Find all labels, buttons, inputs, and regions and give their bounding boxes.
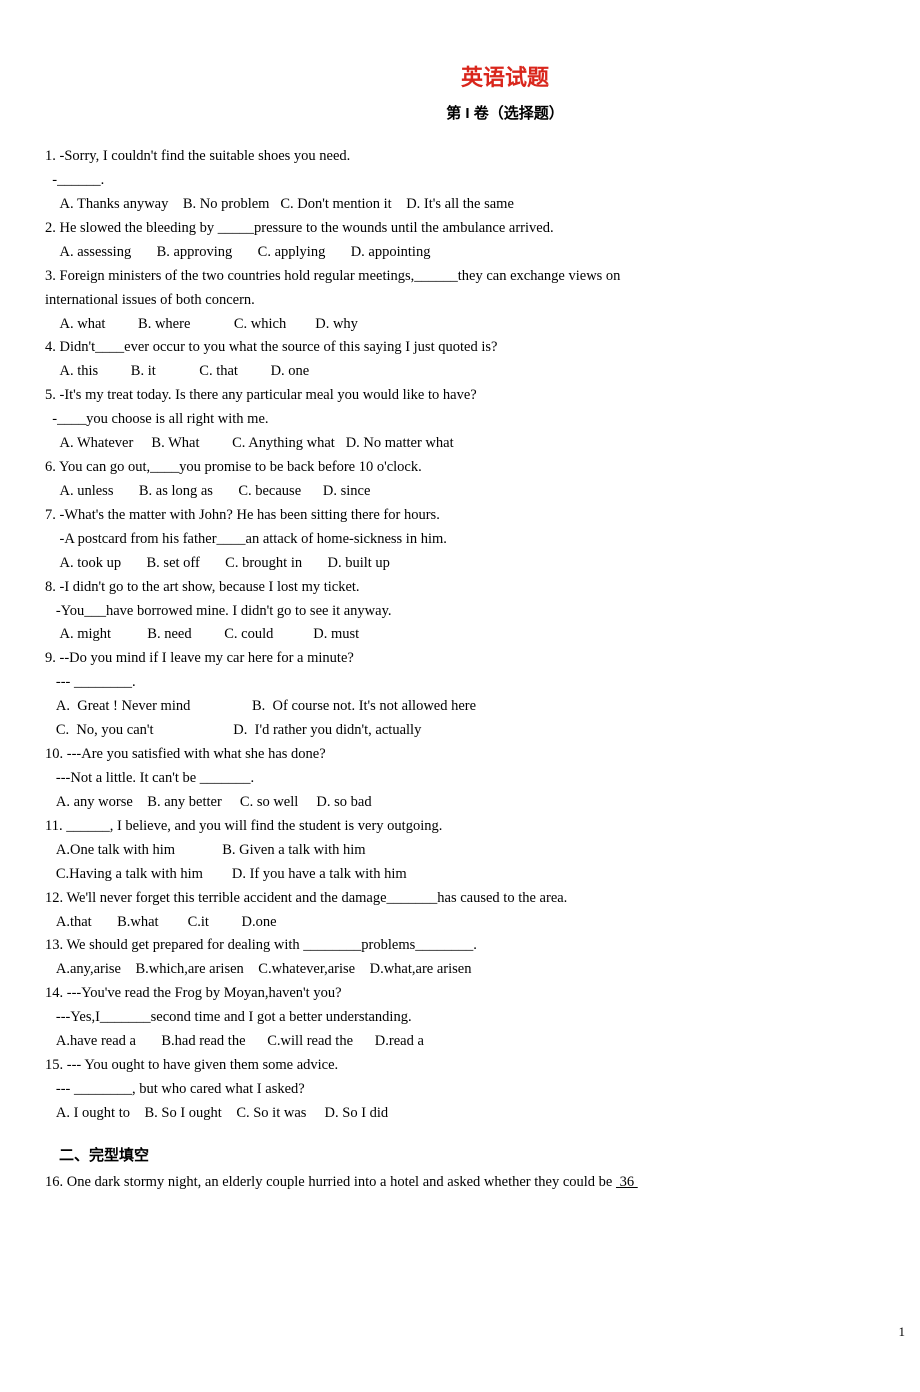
question-13: 13. We should get prepared for dealing w… bbox=[45, 934, 920, 982]
question-7: 7. -What's the matter with John? He has … bbox=[45, 504, 920, 576]
question-4: 4. Didn't____ever occur to you what the … bbox=[45, 336, 920, 384]
page-title: 英语试题 bbox=[45, 60, 920, 96]
question-6: 6. You can go out,____you promise to be … bbox=[45, 456, 920, 504]
question-16-text: 16. One dark stormy night, an elderly co… bbox=[45, 1174, 616, 1190]
question-8: 8. -I didn't go to the art show, because… bbox=[45, 576, 920, 648]
question-10: 10. ---Are you satisfied with what she h… bbox=[45, 743, 920, 815]
page-number: 1 bbox=[899, 1321, 906, 1342]
question-16: 16. One dark stormy night, an elderly co… bbox=[45, 1171, 920, 1195]
question-2: 2. He slowed the bleeding by _____pressu… bbox=[45, 217, 920, 265]
question-15: 15. --- You ought to have given them som… bbox=[45, 1054, 920, 1126]
section-two-heading: 二、完型填空 bbox=[45, 1144, 920, 1169]
page-subtitle: 第 I 卷（选择题） bbox=[45, 102, 920, 127]
question-14: 14. ---You've read the Frog by Moyan,hav… bbox=[45, 982, 920, 1054]
question-1: 1. -Sorry, I couldn't find the suitable … bbox=[45, 145, 920, 217]
question-5: 5. -It's my treat today. Is there any pa… bbox=[45, 384, 920, 456]
questions-container: 1. -Sorry, I couldn't find the suitable … bbox=[45, 145, 920, 1126]
question-11: 11. ______, I believe, and you will find… bbox=[45, 815, 920, 887]
question-9: 9. --Do you mind if I leave my car here … bbox=[45, 647, 920, 743]
question-3: 3. Foreign ministers of the two countrie… bbox=[45, 265, 920, 337]
question-16-blank: 36 bbox=[616, 1174, 638, 1190]
question-12: 12. We'll never forget this terrible acc… bbox=[45, 887, 920, 935]
